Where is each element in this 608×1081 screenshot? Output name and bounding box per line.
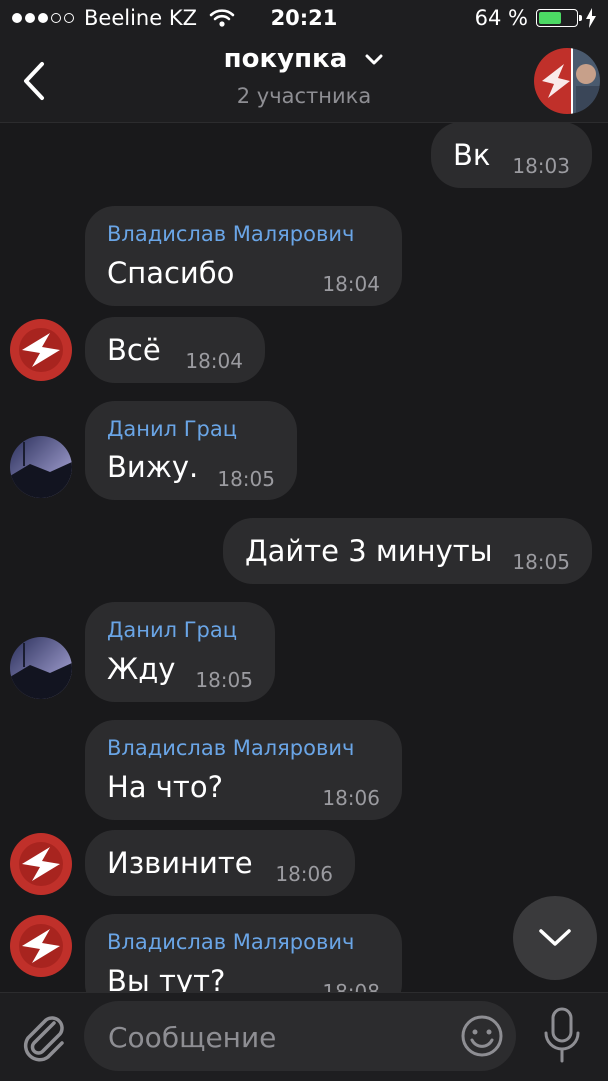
sender-name: Владислав Малярович (107, 736, 355, 760)
incoming-message[interactable]: Владислав Малярович Спасибо 18:04 (85, 206, 402, 306)
sender-name: Владислав Малярович (107, 222, 355, 246)
message-composer: Сообщение (0, 992, 608, 1081)
incoming-message[interactable]: Владислав Малярович На что? 18:06 (85, 720, 402, 820)
smile-icon[interactable] (460, 1014, 504, 1058)
chevron-down-icon (539, 929, 571, 946)
message-time: 18:05 (512, 550, 570, 574)
chat-title-button[interactable]: покупка (0, 44, 608, 74)
sender-avatar[interactable] (10, 833, 72, 895)
battery-level (539, 12, 561, 24)
message-time: 18:06 (322, 786, 380, 810)
message-list[interactable]: Вк 18:03 Владислав Малярович Спасибо 18:… (0, 122, 608, 992)
sender-name: Данил Грац (107, 417, 238, 441)
battery-percent: 64 % (474, 6, 528, 30)
message-time: 18:08 (322, 980, 380, 992)
message-text: Спасибо (107, 256, 235, 290)
message-text: Вижу. (107, 450, 199, 484)
incoming-message[interactable]: Владислав Малярович Вы тут? 18:08 (85, 914, 402, 992)
sender-avatar[interactable] (10, 436, 72, 498)
incoming-message[interactable]: Всё 18:04 (85, 317, 265, 383)
message-text: Жду (107, 652, 176, 686)
charging-bolt-icon (586, 8, 596, 28)
message-text: На что? (107, 770, 223, 804)
message-text: Дайте 3 минуты (245, 534, 493, 568)
message-time: 18:04 (322, 272, 380, 296)
message-time: 18:06 (275, 862, 333, 886)
message-input[interactable]: Сообщение (84, 1001, 516, 1071)
paperclip-icon[interactable] (18, 1009, 68, 1063)
battery-icon (536, 9, 582, 27)
message-text: Извините (107, 846, 253, 880)
incoming-message[interactable]: Извините 18:06 (85, 830, 355, 896)
chat-avatar[interactable] (534, 48, 600, 114)
incoming-message[interactable]: Данил Грац Жду 18:05 (85, 602, 275, 702)
message-time: 18:04 (185, 349, 243, 373)
chat-header: покупка 2 участника (0, 40, 608, 123)
sender-avatar[interactable] (10, 637, 72, 699)
message-text: Всё (107, 333, 161, 367)
message-text: Вк (453, 138, 491, 172)
microphone-icon[interactable] (536, 1003, 588, 1069)
message-time: 18:05 (217, 467, 275, 491)
battery-status: 64 % (475, 6, 596, 30)
outgoing-message[interactable]: Вк 18:03 (431, 122, 592, 188)
message-text: Вы тут? (107, 964, 226, 992)
sender-avatar[interactable] (10, 915, 72, 977)
sender-avatar[interactable] (10, 319, 72, 381)
participants-count: 2 участника (236, 84, 372, 108)
message-time: 18:05 (195, 668, 253, 692)
message-input-placeholder: Сообщение (108, 1021, 277, 1054)
outgoing-message[interactable]: Дайте 3 минуты 18:05 (223, 518, 592, 584)
chevron-down-icon (365, 54, 383, 64)
scroll-to-bottom-button[interactable] (513, 896, 597, 980)
sender-name: Данил Грац (107, 618, 238, 642)
status-bar: Beeline KZ 20:21 64 % (0, 0, 608, 40)
incoming-message[interactable]: Данил Грац Вижу. 18:05 (85, 401, 297, 500)
sender-name: Владислав Малярович (107, 930, 355, 954)
chat-title: покупка (223, 44, 348, 74)
message-time: 18:03 (512, 154, 570, 178)
